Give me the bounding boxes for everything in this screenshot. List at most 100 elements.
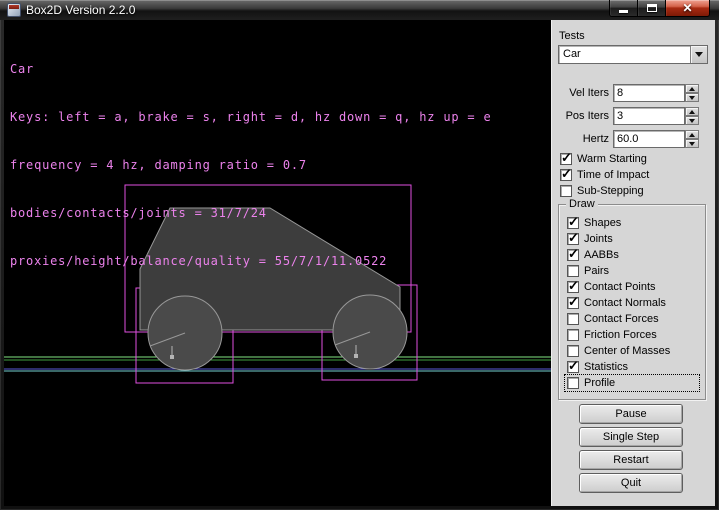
checkbox-label: Contact Points bbox=[584, 281, 656, 293]
checkbox-contact-forces[interactable]: Contact Forces bbox=[565, 311, 699, 327]
minimize-icon bbox=[619, 10, 628, 13]
draw-group: Draw Shapes Joints AABBs Pairs Contact P… bbox=[558, 204, 706, 400]
hertz-spinner bbox=[685, 130, 699, 148]
triangle-down-icon bbox=[689, 119, 695, 123]
pos-iters-spinner bbox=[685, 107, 699, 125]
vel-iters-spin-up-button[interactable] bbox=[685, 84, 699, 93]
contact-point-front bbox=[354, 354, 358, 358]
pos-iters-spin-up-button[interactable] bbox=[685, 107, 699, 116]
checkbox-friction-forces[interactable]: Friction Forces bbox=[565, 327, 699, 343]
checkbox-label: Sub-Stepping bbox=[577, 185, 644, 197]
control-panel: Tests Car Vel Iters 8 Pos Iters 3 bbox=[551, 20, 715, 506]
pos-iters-label: Pos Iters bbox=[552, 107, 609, 125]
checkbox-box bbox=[567, 233, 579, 245]
checkbox-warm-starting[interactable]: Warm Starting bbox=[558, 151, 710, 167]
test-select-arrow-button[interactable] bbox=[690, 46, 707, 63]
single-step-button[interactable]: Single Step bbox=[579, 427, 683, 447]
checkbox-box bbox=[567, 329, 579, 341]
simulation-canvas[interactable]: Car Keys: left = a, brake = s, right = d… bbox=[4, 20, 551, 506]
checkbox-label: Warm Starting bbox=[577, 153, 647, 165]
checkbox-box bbox=[567, 281, 579, 293]
hertz-spin-up-button[interactable] bbox=[685, 130, 699, 139]
checkbox-label: AABBs bbox=[584, 249, 619, 261]
checkbox-joints[interactable]: Joints bbox=[565, 231, 699, 247]
vel-iters-label: Vel Iters bbox=[552, 84, 609, 102]
contact-point-rear bbox=[170, 355, 174, 359]
checkbox-sub-stepping[interactable]: Sub-Stepping bbox=[558, 183, 710, 199]
draw-group-title: Draw bbox=[566, 198, 598, 210]
checkbox-time-of-impact[interactable]: Time of Impact bbox=[558, 167, 710, 183]
maximize-icon bbox=[647, 4, 657, 12]
quit-button[interactable]: Quit bbox=[579, 473, 683, 493]
pos-iters-row: Pos Iters 3 bbox=[552, 107, 716, 125]
test-select[interactable]: Car bbox=[558, 45, 708, 64]
pause-button[interactable]: Pause bbox=[579, 404, 683, 424]
app-window: Box2D Version 2.2.0 ✕ bbox=[0, 0, 719, 510]
window-title: Box2D Version 2.2.0 bbox=[26, 3, 135, 17]
triangle-down-icon bbox=[689, 96, 695, 100]
checkbox-label: Pairs bbox=[584, 265, 609, 277]
checkbox-label: Time of Impact bbox=[577, 169, 649, 181]
hud-keys: Keys: left = a, brake = s, right = d, hz… bbox=[10, 109, 491, 125]
checkbox-box bbox=[567, 313, 579, 325]
triangle-up-icon bbox=[689, 87, 695, 91]
solver-checkboxes: Warm Starting Time of Impact Sub-Steppin… bbox=[558, 151, 710, 199]
hud-tree-stats: proxies/height/balance/quality = 55/7/1/… bbox=[10, 253, 491, 269]
checkbox-label: Joints bbox=[584, 233, 613, 245]
checkbox-pairs[interactable]: Pairs bbox=[565, 263, 699, 279]
pos-iters-input[interactable]: 3 bbox=[613, 107, 685, 125]
checkbox-shapes[interactable]: Shapes bbox=[565, 215, 699, 231]
checkbox-label: Shapes bbox=[584, 217, 621, 229]
vel-iters-row: Vel Iters 8 bbox=[552, 84, 716, 102]
checkbox-box bbox=[567, 377, 579, 389]
checkbox-aabbs[interactable]: AABBs bbox=[565, 247, 699, 263]
close-icon: ✕ bbox=[682, 2, 692, 14]
checkbox-label: Statistics bbox=[584, 361, 628, 373]
checkbox-statistics[interactable]: Statistics bbox=[565, 359, 699, 375]
hud-text-block: Car Keys: left = a, brake = s, right = d… bbox=[10, 29, 491, 301]
app-icon bbox=[7, 3, 21, 17]
minimize-button[interactable] bbox=[609, 0, 638, 17]
checkbox-contact-normals[interactable]: Contact Normals bbox=[565, 295, 699, 311]
restart-button[interactable]: Restart bbox=[579, 450, 683, 470]
hertz-spin-down-button[interactable] bbox=[685, 139, 699, 148]
hud-statistics: bodies/contacts/joints = 31/7/24 bbox=[10, 205, 491, 221]
triangle-up-icon bbox=[689, 110, 695, 114]
triangle-up-icon bbox=[689, 133, 695, 137]
checkbox-label: Contact Forces bbox=[584, 313, 659, 325]
hertz-input[interactable]: 60.0 bbox=[613, 130, 685, 148]
checkbox-label: Profile bbox=[584, 377, 615, 389]
hertz-row: Hertz 60.0 bbox=[552, 130, 716, 148]
checkbox-box bbox=[560, 169, 572, 181]
checkbox-box bbox=[567, 297, 579, 309]
draw-checkboxes: Shapes Joints AABBs Pairs Contact Points… bbox=[565, 215, 699, 391]
checkbox-center-of-masses[interactable]: Center of Masses bbox=[565, 343, 699, 359]
titlebar[interactable]: Box2D Version 2.2.0 ✕ bbox=[0, 0, 719, 20]
checkbox-box bbox=[567, 265, 579, 277]
maximize-button[interactable] bbox=[638, 0, 665, 17]
checkbox-contact-points[interactable]: Contact Points bbox=[565, 279, 699, 295]
checkbox-box bbox=[567, 345, 579, 357]
checkbox-label: Contact Normals bbox=[584, 297, 666, 309]
checkbox-label: Friction Forces bbox=[584, 329, 657, 341]
checkbox-box bbox=[567, 249, 579, 261]
checkbox-box bbox=[567, 217, 579, 229]
checkbox-box bbox=[560, 153, 572, 165]
triangle-down-icon bbox=[689, 142, 695, 146]
checkbox-box bbox=[560, 185, 572, 197]
caption-buttons: ✕ bbox=[609, 0, 710, 17]
vel-iters-spin-down-button[interactable] bbox=[685, 93, 699, 102]
tests-label: Tests bbox=[559, 30, 585, 42]
hud-test-name: Car bbox=[10, 61, 491, 77]
vel-iters-input[interactable]: 8 bbox=[613, 84, 685, 102]
checkbox-label: Center of Masses bbox=[584, 345, 670, 357]
close-button[interactable]: ✕ bbox=[665, 0, 710, 17]
pos-iters-spin-down-button[interactable] bbox=[685, 116, 699, 125]
checkbox-box bbox=[567, 361, 579, 373]
checkbox-profile[interactable]: Profile bbox=[565, 375, 699, 391]
test-select-value: Car bbox=[563, 48, 581, 60]
vel-iters-spinner bbox=[685, 84, 699, 102]
hertz-label: Hertz bbox=[552, 130, 609, 148]
chevron-down-icon bbox=[695, 52, 703, 57]
hud-frequency: frequency = 4 hz, damping ratio = 0.7 bbox=[10, 157, 491, 173]
